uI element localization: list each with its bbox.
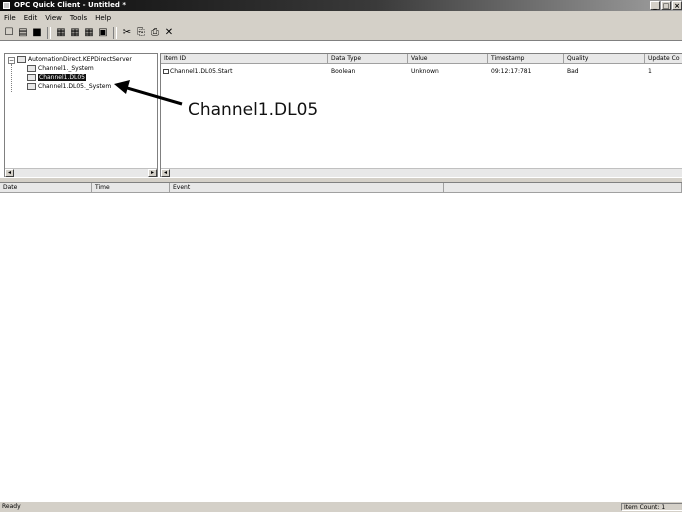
tree-node-label: Channel1._System: [38, 65, 94, 72]
properties-icon[interactable]: ▣: [97, 27, 109, 39]
menu-help[interactable]: Help: [93, 14, 117, 22]
new-server-icon[interactable]: ▦: [55, 27, 67, 39]
column-header-filler: [444, 183, 682, 193]
minimize-button[interactable]: _: [650, 1, 660, 10]
title-bar: OPC Quick Client - Untitled * _ □ ×: [0, 0, 682, 11]
table-cell-quality: Bad: [567, 68, 579, 75]
tree-node-label: Channel1.DL05._System: [38, 83, 112, 90]
table-cell-update-count: 1: [648, 68, 652, 75]
item-count-panel: Item Count: 1: [621, 503, 682, 511]
open-icon[interactable]: ▤: [17, 27, 29, 39]
new-group-icon[interactable]: ▦: [69, 27, 81, 39]
callout-arrow-icon: [114, 80, 183, 106]
save-icon[interactable]: ■: [31, 27, 43, 39]
tag-icon: [163, 69, 169, 74]
table-cell-item-id[interactable]: Channel1.DL05.Start: [163, 68, 233, 75]
column-header-value[interactable]: Value: [408, 54, 488, 64]
tree-node-label: Channel1.DL05: [38, 74, 86, 81]
tree-node-group[interactable]: Channel1.DL05._System: [27, 83, 111, 90]
new-item-icon[interactable]: ▦: [83, 27, 95, 39]
column-header-date[interactable]: Date: [0, 183, 92, 193]
tree-collapse-toggle[interactable]: −: [8, 57, 15, 64]
menu-bar: File Edit View Tools Help: [0, 11, 682, 25]
tree-horizontal-scrollbar[interactable]: ◂ ▸: [5, 168, 157, 177]
scroll-left-icon[interactable]: ◂: [5, 169, 14, 177]
column-header-data-type[interactable]: Data Type: [328, 54, 408, 64]
column-header-item-id[interactable]: Item ID: [161, 54, 328, 64]
window-controls: _ □ ×: [650, 1, 682, 10]
server-icon: [17, 56, 26, 63]
delete-icon[interactable]: ✕: [163, 27, 175, 39]
paste-icon[interactable]: ⎙: [149, 27, 161, 39]
tree-node-server[interactable]: AutomationDirect.KEPDirectServer: [17, 56, 132, 63]
tree-node-label: AutomationDirect.KEPDirectServer: [28, 56, 132, 63]
table-cell-value: Unknown: [411, 68, 439, 75]
scroll-right-icon[interactable]: ▸: [148, 169, 157, 177]
menu-file[interactable]: File: [2, 14, 22, 22]
event-log: Date Time Event: [0, 182, 682, 502]
cut-icon[interactable]: ✂: [121, 27, 133, 39]
toolbar: ☐ ▤ ■ ▦ ▦ ▦ ▣ ✂ ⎘ ⎙ ✕: [0, 25, 682, 41]
window-title: OPC Quick Client - Untitled *: [14, 1, 127, 9]
status-bar: Ready Item Count: 1: [0, 502, 682, 512]
column-header-update-count[interactable]: Update Co: [645, 54, 682, 64]
group-icon: [27, 83, 36, 90]
toolbar-separator: [47, 26, 51, 39]
column-header-time[interactable]: Time: [92, 183, 170, 193]
copy-icon[interactable]: ⎘: [135, 27, 147, 39]
column-header-timestamp[interactable]: Timestamp: [488, 54, 564, 64]
tree-node-group-selected[interactable]: Channel1.DL05: [27, 74, 86, 81]
app-icon: [3, 2, 10, 9]
tree-connector: [11, 64, 12, 92]
status-text: Ready: [2, 503, 21, 510]
menu-view[interactable]: View: [43, 14, 68, 22]
maximize-button[interactable]: □: [661, 1, 671, 10]
new-icon[interactable]: ☐: [3, 27, 15, 39]
list-horizontal-scrollbar[interactable]: ◂: [161, 168, 682, 177]
column-header-event[interactable]: Event: [170, 183, 444, 193]
table-cell-data-type: Boolean: [331, 68, 356, 75]
server-tree: − AutomationDirect.KEPDirectServer Chann…: [4, 53, 158, 177]
menu-tools[interactable]: Tools: [68, 14, 93, 22]
toolbar-separator: [113, 26, 117, 39]
group-icon: [27, 65, 36, 72]
scroll-left-icon[interactable]: ◂: [161, 169, 170, 177]
close-button[interactable]: ×: [672, 1, 682, 10]
item-id-text: Channel1.DL05.Start: [170, 68, 233, 75]
table-cell-timestamp: 09:12:17:781: [491, 68, 532, 75]
group-icon: [27, 74, 36, 81]
tree-node-group[interactable]: Channel1._System: [27, 65, 94, 72]
column-header-quality[interactable]: Quality: [564, 54, 645, 64]
callout-label: Channel1.DL05: [188, 100, 319, 120]
menu-edit[interactable]: Edit: [22, 14, 44, 22]
